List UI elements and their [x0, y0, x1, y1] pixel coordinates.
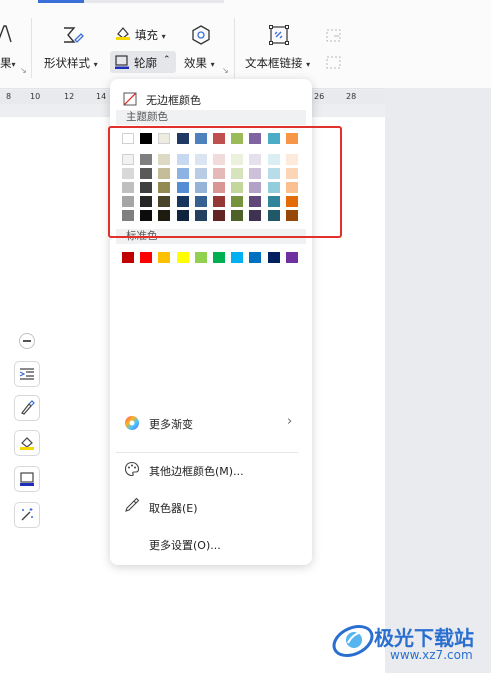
- effect-float-button[interactable]: [14, 502, 40, 528]
- standard-color-swatch[interactable]: [176, 252, 189, 263]
- ruler-number: 28: [346, 92, 357, 101]
- standard-color-swatch[interactable]: [122, 252, 134, 263]
- text-box-link-icon[interactable]: [268, 24, 290, 50]
- chevron-right-icon: ›: [287, 414, 293, 429]
- menu-divider: [116, 452, 298, 453]
- ribbon-separator: [234, 18, 235, 78]
- fill-bucket-icon: [20, 437, 34, 450]
- shape-style-icon[interactable]: [60, 24, 84, 50]
- shape-style-float-button[interactable]: [14, 395, 40, 421]
- ruler-number: 12: [64, 92, 75, 101]
- highlight-annotation-box: [108, 126, 342, 238]
- standard-color-swatch[interactable]: [285, 252, 298, 263]
- text-effect-icon[interactable]: [0, 24, 12, 48]
- active-tab-indicator: [38, 0, 84, 3]
- magic-wand-icon: [21, 508, 33, 521]
- eyedropper-item[interactable]: 取色器(E): [149, 500, 198, 516]
- gradient-icon: [124, 415, 140, 435]
- outline-label: 轮廓: [134, 56, 157, 70]
- fill-button[interactable]: 填充 ▾: [135, 27, 166, 43]
- standard-color-swatch[interactable]: [158, 252, 171, 263]
- palette-icon: [124, 461, 140, 481]
- watermark-brand: 极光下载站: [374, 626, 474, 650]
- effect-group-label[interactable]: 果▾: [0, 55, 16, 71]
- other-border-colors-item[interactable]: 其他边框颜色(M)...: [149, 463, 244, 479]
- eyedropper-icon: [124, 497, 140, 517]
- no-color-icon: [123, 91, 137, 110]
- watermark-url: www.xz7.com: [390, 648, 473, 662]
- fill-icon[interactable]: [115, 25, 131, 45]
- watermark-logo-icon: [330, 617, 376, 667]
- standard-color-swatch[interactable]: [249, 252, 262, 263]
- text-wrap-icon: [19, 368, 34, 380]
- standard-color-swatch[interactable]: [194, 252, 207, 263]
- group-expand-icon[interactable]: ↘: [20, 66, 27, 75]
- standard-color-swatch[interactable]: [140, 252, 153, 263]
- no-border-color-item[interactable]: 无边框颜色: [146, 92, 201, 108]
- backward-link-icon[interactable]: [325, 55, 343, 75]
- more-gradient-item[interactable]: 更多渐变: [149, 416, 193, 432]
- ruler-number: 8: [6, 92, 12, 101]
- ribbon-separator: [31, 18, 32, 78]
- text-box-link-button[interactable]: 文本框链接 ▾: [245, 55, 310, 71]
- ruler-number: 10: [30, 92, 41, 101]
- theme-colors-label: 主题颜色: [116, 110, 306, 125]
- fill-float-button[interactable]: [14, 430, 40, 456]
- text-wrap-button[interactable]: [14, 361, 40, 387]
- outline-box-icon: [20, 472, 34, 486]
- standard-color-swatch[interactable]: [231, 252, 244, 263]
- outline-icon: [114, 54, 130, 74]
- ruler-number: 26: [314, 92, 325, 101]
- shape-style-button[interactable]: 形状样式 ▾: [44, 55, 98, 71]
- workspace-background: [385, 88, 491, 673]
- brush-icon: [21, 400, 35, 415]
- forward-link-icon[interactable]: [325, 28, 343, 48]
- group-expand-icon-2[interactable]: ↘: [222, 66, 229, 75]
- effect-button[interactable]: 效果 ▾: [184, 55, 215, 71]
- standard-color-swatch[interactable]: [213, 252, 225, 263]
- effect-cube-icon[interactable]: [190, 24, 212, 50]
- standard-color-swatch[interactable]: [267, 252, 280, 263]
- collapse-toolbar-button[interactable]: [19, 333, 35, 349]
- outline-float-button[interactable]: [14, 466, 40, 492]
- chevron-up-icon: ⌃: [163, 55, 171, 65]
- ruler-number: 14: [96, 92, 107, 101]
- more-settings-item[interactable]: 更多设置(O)...: [149, 537, 221, 553]
- tab-strip: [84, 0, 224, 3]
